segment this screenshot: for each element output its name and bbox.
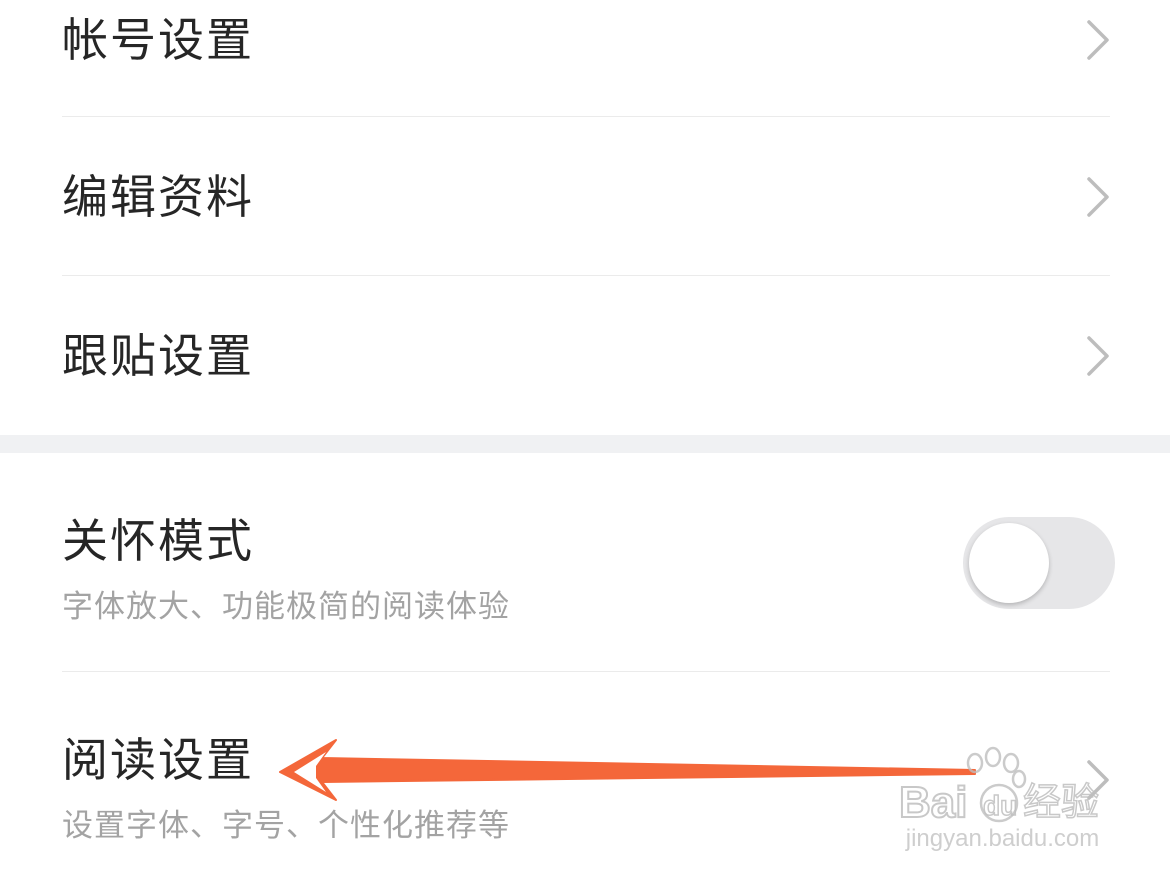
care-mode-label: 关怀模式 [62,514,254,568]
chevron-right-icon [1087,336,1109,376]
care-mode-description: 字体放大、功能极简的阅读体验 [62,589,510,625]
toggle-knob [969,523,1049,603]
settings-row-account-label: 帐号设置 [62,13,254,67]
chevron-right-icon [1087,177,1109,217]
settings-row-comment-label: 跟贴设置 [62,329,254,383]
section-separator [0,435,1170,453]
settings-group-account: 帐号设置 编辑资料 跟贴设置 [0,0,1170,435]
settings-group-display: 关怀模式 字体放大、功能极简的阅读体验 阅读设置 设置字体、字号、个性化推荐等 [0,453,1170,877]
settings-row-edit-profile-label: 编辑资料 [62,170,254,224]
settings-row-account[interactable]: 帐号设置 [0,0,1170,116]
settings-row-reading[interactable]: 阅读设置 设置字体、字号、个性化推荐等 [0,672,1170,877]
chevron-right-icon [1087,20,1109,60]
settings-row-comment[interactable]: 跟贴设置 [0,276,1170,435]
settings-row-care-mode: 关怀模式 字体放大、功能极简的阅读体验 [0,453,1170,671]
reading-settings-description: 设置字体、字号、个性化推荐等 [62,808,510,844]
chevron-right-icon [1087,760,1109,800]
reading-settings-label: 阅读设置 [62,733,254,787]
care-mode-toggle[interactable] [963,517,1115,609]
settings-row-edit-profile[interactable]: 编辑资料 [0,117,1170,275]
